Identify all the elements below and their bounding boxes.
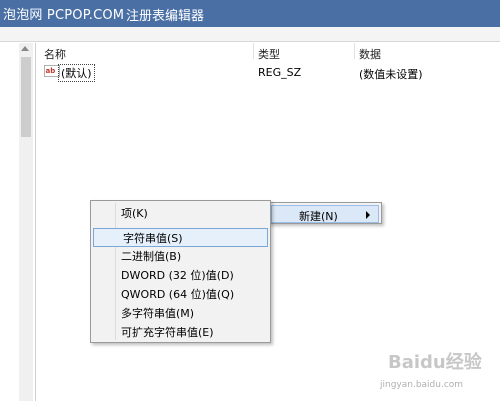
registry-tree-pane[interactable] xyxy=(0,43,36,401)
menu-item-new[interactable]: 新建(N) xyxy=(271,205,379,223)
column-header-type[interactable]: 类型 xyxy=(258,46,280,62)
menu-item-expandable-string-value[interactable]: 可扩充字符串值(E) xyxy=(91,323,270,342)
menu-item-label: 可扩充字符串值(E) xyxy=(121,326,214,339)
menu-item-dword-value[interactable]: DWORD (32 位)值(D) xyxy=(91,266,270,285)
submenu-arrow-icon xyxy=(366,211,370,219)
svg-text:ab: ab xyxy=(46,67,56,75)
menu-item-label: QWORD (64 位)值(Q) xyxy=(121,288,235,301)
scroll-up-icon[interactable] xyxy=(21,46,29,51)
menu-item-multi-string-value[interactable]: 多字符串值(M) xyxy=(91,304,270,323)
menu-bar xyxy=(0,27,500,42)
menu-item-key[interactable]: 项(K) xyxy=(91,204,270,223)
menu-item-binary-value[interactable]: 二进制值(B) xyxy=(91,247,270,266)
title-bar: 泡泡网 PCPOP.COM 注册表编辑器 xyxy=(0,0,500,27)
menu-item-qword-value[interactable]: QWORD (64 位)值(Q) xyxy=(91,285,270,304)
menu-item-string-value[interactable]: 字符串值(S) xyxy=(93,228,268,247)
menu-item-label: 字符串值(S) xyxy=(123,232,183,245)
baidu-jingyan-url: jingyan.baidu.com xyxy=(380,380,464,390)
menu-item-label: DWORD (32 位)值(D) xyxy=(121,269,234,282)
baidu-jingyan-logo: Baidu经验 xyxy=(388,352,482,373)
context-menu: 新建(N) xyxy=(268,202,382,224)
new-submenu: 项(K) 字符串值(S) 二进制值(B) DWORD (32 位)值(D) QW… xyxy=(90,200,271,343)
menu-item-label: 多字符串值(M) xyxy=(121,307,195,320)
column-divider[interactable] xyxy=(253,43,254,59)
menu-item-label: 项(K) xyxy=(121,207,148,220)
column-header-name[interactable]: 名称 xyxy=(44,46,66,62)
tree-scrollbar[interactable] xyxy=(19,43,33,401)
table-row[interactable]: ab (默认) REG_SZ (数值未设置) xyxy=(37,63,497,82)
value-name: (默认) xyxy=(58,64,95,82)
column-header-data[interactable]: 数据 xyxy=(359,46,381,62)
value-type: REG_SZ xyxy=(258,66,302,79)
column-divider[interactable] xyxy=(354,43,355,59)
menu-item-label: 新建(N) xyxy=(299,210,338,223)
menu-item-label: 二进制值(B) xyxy=(121,250,182,263)
window-title: 注册表编辑器 xyxy=(126,9,205,24)
scroll-thumb[interactable] xyxy=(21,57,31,137)
site-watermark: 泡泡网 PCPOP.COM xyxy=(3,8,125,23)
value-data: (数值未设置) xyxy=(359,68,423,81)
